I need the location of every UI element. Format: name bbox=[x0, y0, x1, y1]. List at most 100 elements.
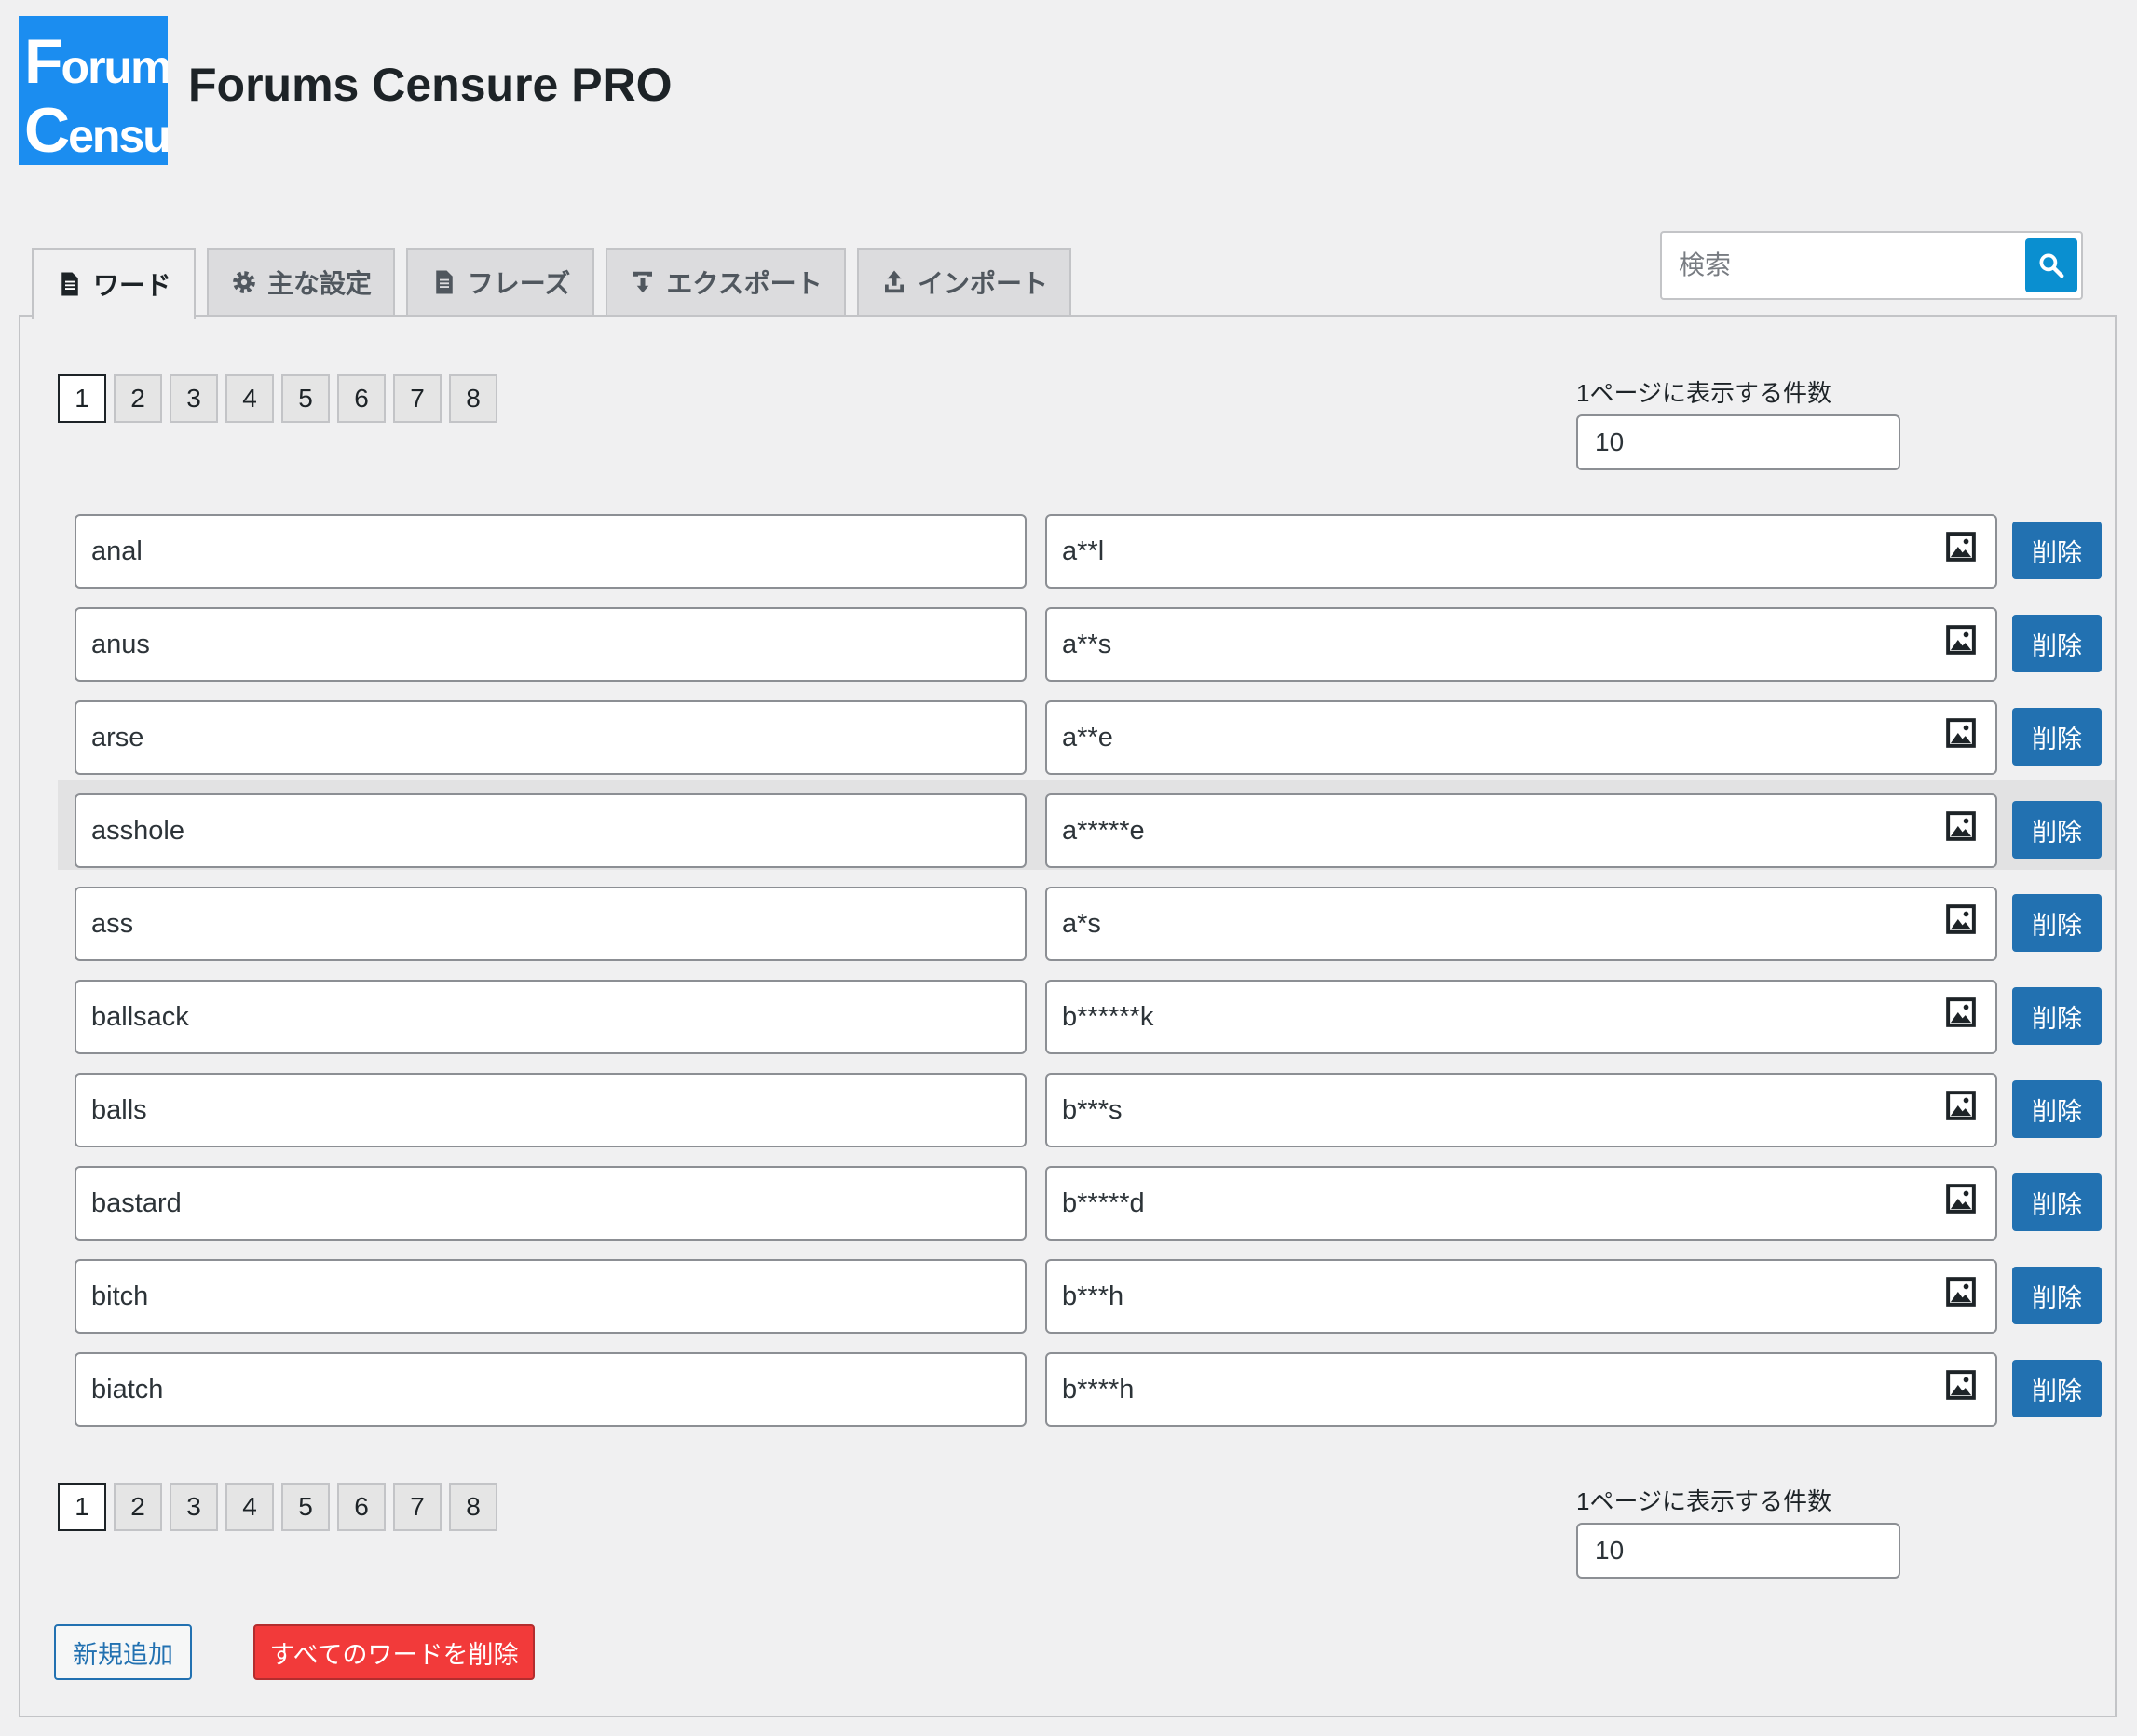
per-page-input[interactable] bbox=[1576, 1523, 1900, 1579]
search-icon bbox=[2039, 253, 2064, 278]
page-link[interactable]: 4 bbox=[225, 1483, 274, 1531]
tab-export[interactable]: エクスポート bbox=[606, 248, 846, 315]
word-input[interactable] bbox=[75, 1259, 1027, 1334]
word-input[interactable] bbox=[75, 1166, 1027, 1241]
word-input[interactable] bbox=[75, 607, 1027, 682]
image-icon[interactable] bbox=[1943, 529, 1979, 564]
replacement-input[interactable] bbox=[1045, 887, 1997, 961]
page-link[interactable]: 2 bbox=[114, 1483, 162, 1531]
word-row: 削除 bbox=[58, 1060, 2115, 1149]
search-input[interactable] bbox=[1662, 233, 2025, 298]
replacement-input[interactable] bbox=[1045, 1166, 1997, 1241]
image-icon[interactable] bbox=[1943, 808, 1979, 844]
logo-letter: C bbox=[24, 95, 70, 165]
word-input[interactable] bbox=[75, 887, 1027, 961]
word-input[interactable] bbox=[75, 700, 1027, 775]
page-link[interactable]: 5 bbox=[281, 1483, 330, 1531]
tab-phrases[interactable]: フレーズ bbox=[406, 248, 594, 315]
page-link[interactable]: 6 bbox=[337, 1483, 386, 1531]
delete-button[interactable]: 削除 bbox=[2012, 801, 2102, 859]
page-link[interactable]: 7 bbox=[393, 374, 442, 423]
word-row: 削除 bbox=[58, 1153, 2115, 1242]
page-link[interactable]: 4 bbox=[225, 374, 274, 423]
delete-all-words-button[interactable]: すべてのワードを削除 bbox=[253, 1624, 535, 1680]
replacement-input[interactable] bbox=[1045, 514, 1997, 589]
replacement-input[interactable] bbox=[1045, 793, 1997, 868]
logo-text: ensure bbox=[68, 110, 168, 162]
page-title: Forums Censure PRO bbox=[188, 59, 673, 111]
delete-button[interactable]: 削除 bbox=[2012, 1080, 2102, 1138]
delete-button[interactable]: 削除 bbox=[2012, 708, 2102, 766]
logo-text: orums bbox=[61, 41, 168, 93]
tab-main-settings[interactable]: 主な設定 bbox=[207, 248, 395, 315]
tab-label: インポート bbox=[917, 269, 1048, 298]
page-link[interactable]: 3 bbox=[170, 1483, 218, 1531]
page-link[interactable]: 8 bbox=[449, 1483, 497, 1531]
replacement-input[interactable] bbox=[1045, 1352, 1997, 1427]
document-icon bbox=[435, 270, 453, 294]
image-icon[interactable] bbox=[1943, 622, 1979, 658]
word-input[interactable] bbox=[75, 1073, 1027, 1147]
word-input[interactable] bbox=[75, 980, 1027, 1054]
page-link[interactable]: 7 bbox=[393, 1483, 442, 1531]
page-link[interactable]: 1 bbox=[58, 374, 106, 423]
tab-label: ワード bbox=[92, 271, 171, 300]
replacement-input[interactable] bbox=[1045, 700, 1997, 775]
replacement-input[interactable] bbox=[1045, 607, 1997, 682]
page-link[interactable]: 6 bbox=[337, 374, 386, 423]
delete-button[interactable]: 削除 bbox=[2012, 1360, 2102, 1417]
gear-icon bbox=[233, 271, 255, 293]
tab-import[interactable]: インポート bbox=[857, 248, 1071, 315]
replacement-input[interactable] bbox=[1045, 1073, 1997, 1147]
image-icon[interactable] bbox=[1943, 1274, 1979, 1309]
word-row: 削除 bbox=[58, 874, 2115, 963]
image-icon[interactable] bbox=[1943, 1367, 1979, 1403]
page-link[interactable]: 5 bbox=[281, 374, 330, 423]
image-icon[interactable] bbox=[1943, 1088, 1979, 1123]
image-icon[interactable] bbox=[1943, 1181, 1979, 1216]
per-page-label: 1ページに表示する件数 bbox=[1576, 379, 1831, 407]
page-link[interactable]: 3 bbox=[170, 374, 218, 423]
delete-button[interactable]: 削除 bbox=[2012, 615, 2102, 672]
word-row: 削除 bbox=[58, 594, 2115, 684]
tab-label: フレーズ bbox=[467, 269, 571, 298]
delete-button[interactable]: 削除 bbox=[2012, 1173, 2102, 1231]
replacement-input[interactable] bbox=[1045, 1259, 1997, 1334]
tab-words[interactable]: ワード bbox=[32, 248, 196, 319]
image-icon[interactable] bbox=[1943, 715, 1979, 751]
image-icon[interactable] bbox=[1943, 902, 1979, 937]
app-logo: Forums Censure bbox=[19, 16, 168, 165]
page-link[interactable]: 2 bbox=[114, 374, 162, 423]
page-link[interactable]: 1 bbox=[58, 1483, 106, 1531]
logo-letter: F bbox=[24, 26, 63, 97]
pagination-bottom: 1 2 3 4 5 6 7 8 bbox=[58, 1483, 497, 1531]
search-button[interactable] bbox=[2025, 238, 2077, 292]
add-new-button[interactable]: 新規追加 bbox=[54, 1624, 192, 1680]
word-input[interactable] bbox=[75, 793, 1027, 868]
words-panel: 1 2 3 4 5 6 7 8 1ページに表示する件数 削除 削除 削除 削除 bbox=[19, 315, 2117, 1717]
word-row: 削除 bbox=[58, 501, 2115, 590]
delete-button[interactable]: 削除 bbox=[2012, 522, 2102, 579]
word-row: 削除 bbox=[58, 1339, 2115, 1429]
per-page-label: 1ページに表示する件数 bbox=[1576, 1487, 1831, 1515]
per-page-input[interactable] bbox=[1576, 414, 1900, 470]
search-box bbox=[1660, 231, 2083, 300]
replacement-input[interactable] bbox=[1045, 980, 1997, 1054]
pagination-top: 1 2 3 4 5 6 7 8 bbox=[58, 374, 497, 423]
delete-button[interactable]: 削除 bbox=[2012, 987, 2102, 1045]
tab-label: 主な設定 bbox=[266, 269, 372, 298]
download-icon bbox=[633, 271, 653, 293]
upload-icon bbox=[884, 270, 904, 293]
delete-button[interactable]: 削除 bbox=[2012, 894, 2102, 952]
word-input[interactable] bbox=[75, 1352, 1027, 1427]
tab-label: エクスポート bbox=[666, 269, 823, 298]
delete-button[interactable]: 削除 bbox=[2012, 1267, 2102, 1324]
word-row: 削除 bbox=[58, 780, 2115, 870]
document-icon bbox=[61, 272, 78, 296]
per-page-bottom: 1ページに表示する件数 bbox=[1576, 1483, 1900, 1579]
word-row: 削除 bbox=[58, 967, 2115, 1056]
word-row: 削除 bbox=[58, 1246, 2115, 1336]
page-link[interactable]: 8 bbox=[449, 374, 497, 423]
word-input[interactable] bbox=[75, 514, 1027, 589]
image-icon[interactable] bbox=[1943, 995, 1979, 1030]
